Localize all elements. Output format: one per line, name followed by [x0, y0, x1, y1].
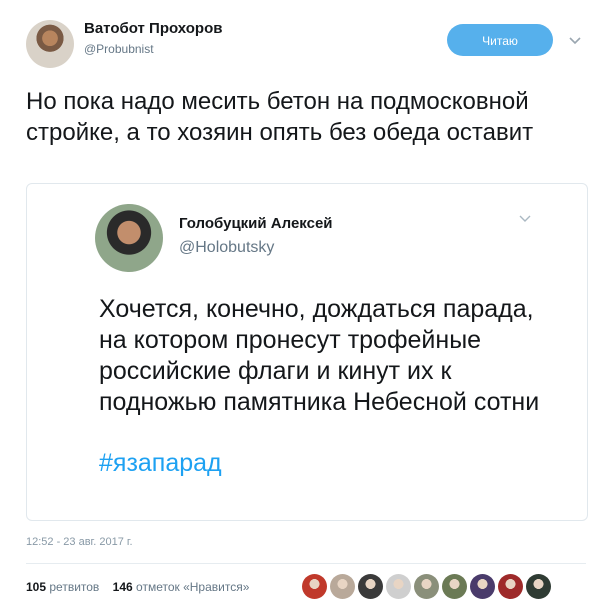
follow-button[interactable]: Читаю [447, 24, 553, 56]
likes-label[interactable]: отметок «Нравится» [136, 580, 249, 594]
hashtag-link[interactable]: #язапарад [99, 449, 222, 478]
liker-avatar[interactable] [498, 574, 523, 599]
likes-count[interactable]: 146 [113, 580, 133, 594]
liker-avatar[interactable] [414, 574, 439, 599]
liker-avatar[interactable] [470, 574, 495, 599]
chevron-down-icon[interactable] [569, 32, 581, 49]
likers-avatars [302, 574, 551, 600]
quoted-tweet-text: Хочется, конечно, дождаться парада, на к… [99, 295, 540, 416]
quoted-tweet-card[interactable]: Голобуцкий Алексей @Holobutsky Хочется, … [26, 183, 588, 521]
quoted-author-avatar [95, 204, 163, 272]
retweets-count[interactable]: 105 [26, 580, 46, 594]
author-handle[interactable]: @Probubnist [84, 42, 154, 56]
author-avatar[interactable] [26, 20, 74, 68]
chevron-down-icon [519, 210, 531, 228]
tweet-timestamp[interactable]: 12:52 - 23 авг. 2017 г. [26, 536, 133, 548]
liker-avatar[interactable] [442, 574, 467, 599]
divider [26, 563, 586, 564]
liker-avatar[interactable] [386, 574, 411, 599]
liker-avatar[interactable] [358, 574, 383, 599]
tweet-stats: 105 ретвитов 146 отметок «Нравится» [26, 580, 249, 594]
quoted-author-handle: @Holobutsky [179, 239, 275, 256]
liker-avatar[interactable] [330, 574, 355, 599]
liker-avatar[interactable] [526, 574, 551, 599]
retweets-label[interactable]: ретвитов [49, 580, 99, 594]
tweet-text: Но пока надо месить бетон на подмосковно… [26, 88, 534, 146]
quoted-author-name: Голобуцкий Алексей [179, 215, 333, 232]
author-name[interactable]: Ватобот Прохоров [84, 20, 222, 37]
liker-avatar[interactable] [302, 574, 327, 599]
